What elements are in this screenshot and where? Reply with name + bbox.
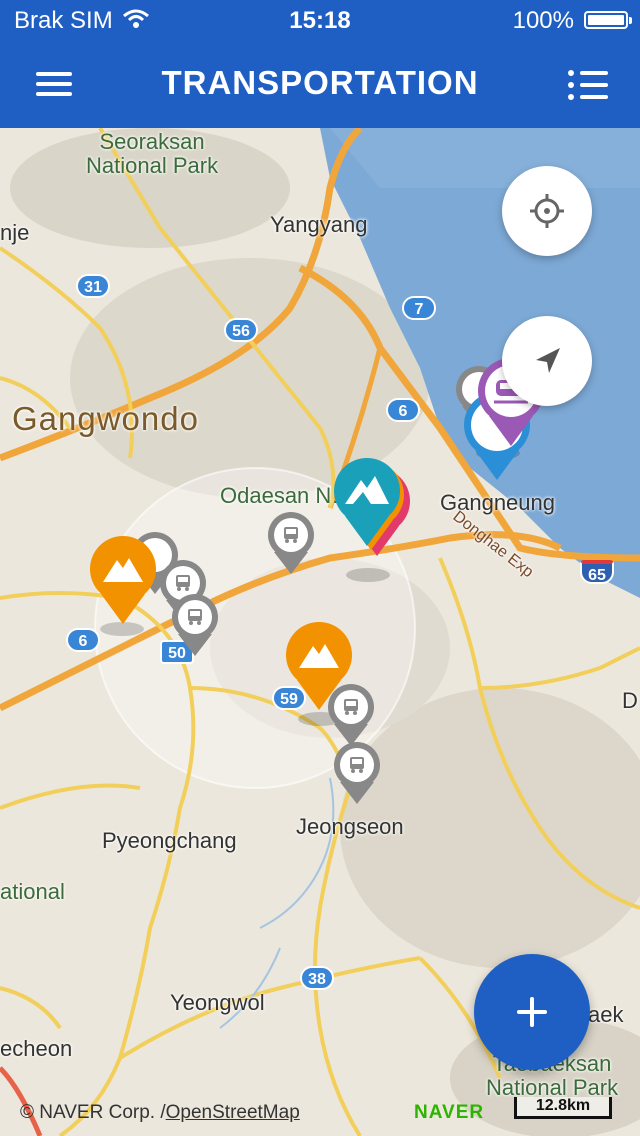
add-button[interactable] xyxy=(474,954,590,1070)
pin-shadow xyxy=(346,568,390,582)
place-inje: nje xyxy=(0,220,30,245)
bus-icon xyxy=(284,527,298,543)
bus-icon xyxy=(176,575,190,591)
place-jeongseon: Jeongseon xyxy=(296,814,404,839)
mountain-icon xyxy=(345,476,389,504)
list-view-icon[interactable] xyxy=(566,68,610,102)
my-location-button[interactable] xyxy=(502,166,592,256)
place-jecheon: echeon xyxy=(0,1036,73,1061)
route-65-shield: 65 xyxy=(580,560,614,584)
bus-icon xyxy=(188,609,202,625)
mountain-pin[interactable] xyxy=(90,536,156,628)
battery-percent: 100% xyxy=(512,7,574,34)
bus-icon xyxy=(350,757,364,773)
bus-stop-pin[interactable] xyxy=(334,742,380,806)
park-pin[interactable] xyxy=(334,458,400,550)
place-yeongwol: Yeongwol xyxy=(170,990,265,1015)
openstreetmap-link[interactable]: OpenStreetMap xyxy=(166,1102,300,1123)
place-yangyang: Yangyang xyxy=(270,212,368,237)
nav-bar: TRANSPORTATION xyxy=(0,40,640,128)
status-bar: Brak SIM 15:18 100% xyxy=(0,0,640,40)
mountain-icon xyxy=(299,644,339,668)
route-31-shield: 31 xyxy=(76,274,110,298)
bus-stop-pin[interactable] xyxy=(268,512,314,576)
place-seoraksan: Seoraksan National Park xyxy=(86,129,219,178)
attribution-text: © NAVER Corp. / xyxy=(20,1102,166,1123)
route-38-shield: 38 xyxy=(300,966,334,990)
bus-stop-pin[interactable] xyxy=(172,594,218,658)
route-56-shield: 56 xyxy=(224,318,258,342)
place-pyeongchang: Pyeongchang xyxy=(102,828,237,853)
route-6-shield: 6 xyxy=(386,398,420,422)
page-title: TRANSPORTATION xyxy=(161,64,479,101)
map-scale: 12.8km xyxy=(514,1097,612,1119)
route-6-shield: 6 xyxy=(66,628,100,652)
place-d-right: D xyxy=(622,688,638,713)
place-gangwondo: Gangwondo xyxy=(12,400,199,437)
mountain-pin[interactable] xyxy=(286,622,352,714)
place-taebaek: aek xyxy=(588,1002,624,1027)
navigation-button[interactable] xyxy=(502,316,592,406)
naver-logo: NAVER xyxy=(414,1102,485,1123)
place-national-left: ational xyxy=(0,879,65,904)
mountain-icon xyxy=(103,558,143,582)
navigation-arrow-icon xyxy=(536,348,560,373)
route-7-shield: 7 xyxy=(402,296,436,320)
target-icon xyxy=(530,194,564,228)
map-attribution: © NAVER Corp. /OpenStreetMap xyxy=(20,1102,300,1124)
battery-icon xyxy=(584,11,632,29)
